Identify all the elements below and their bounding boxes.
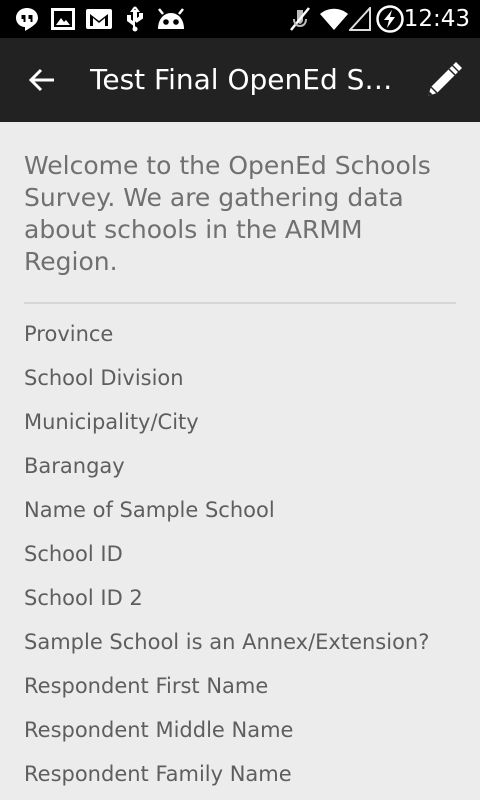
- field-item-school-id-2[interactable]: School ID 2: [24, 576, 474, 620]
- status-time: 12:43: [403, 6, 470, 32]
- field-item-province[interactable]: Province: [24, 312, 474, 356]
- pencil-icon: [428, 62, 462, 96]
- mute-icon: [288, 6, 312, 32]
- divider: [24, 302, 456, 304]
- field-item-annex-extension[interactable]: Sample School is an Annex/Extension?: [24, 620, 474, 664]
- hangouts-icon: [14, 6, 40, 32]
- battery-charging-icon: [376, 5, 404, 33]
- field-item-school-division[interactable]: School Division: [24, 356, 474, 400]
- arrow-back-icon: [28, 68, 54, 92]
- field-item-school-id[interactable]: School ID: [24, 532, 474, 576]
- page-title: Test Final OpenEd Schools Survey: [90, 63, 400, 96]
- wifi-icon: [318, 6, 350, 32]
- gmail-icon: [86, 6, 112, 32]
- edit-button[interactable]: [422, 58, 466, 102]
- action-bar: Test Final OpenEd Schools Survey: [0, 38, 480, 122]
- status-bar: 12:43: [0, 0, 480, 38]
- survey-content[interactable]: Welcome to the OpenEd Schools Survey. We…: [0, 122, 480, 800]
- signal-icon: [348, 6, 372, 32]
- back-button[interactable]: [22, 60, 62, 100]
- survey-intro-text: Welcome to the OpenEd Schools Survey. We…: [24, 151, 431, 276]
- android-debug-icon: [156, 6, 186, 32]
- app-screen: 12:43 Test Final OpenEd Schools Survey W…: [0, 0, 480, 800]
- field-item-respondent-first-name[interactable]: Respondent First Name: [24, 664, 474, 708]
- field-item-respondent-middle-name[interactable]: Respondent Middle Name: [24, 708, 474, 752]
- image-icon: [50, 6, 76, 32]
- field-item-barangay[interactable]: Barangay: [24, 444, 474, 488]
- field-item-school-name[interactable]: Name of Sample School: [24, 488, 474, 532]
- field-item-respondent-family-name[interactable]: Respondent Family Name: [24, 752, 474, 796]
- field-item-municipality[interactable]: Municipality/City: [24, 400, 474, 444]
- usb-icon: [124, 6, 146, 32]
- field-list: Province School Division Municipality/Ci…: [24, 312, 474, 796]
